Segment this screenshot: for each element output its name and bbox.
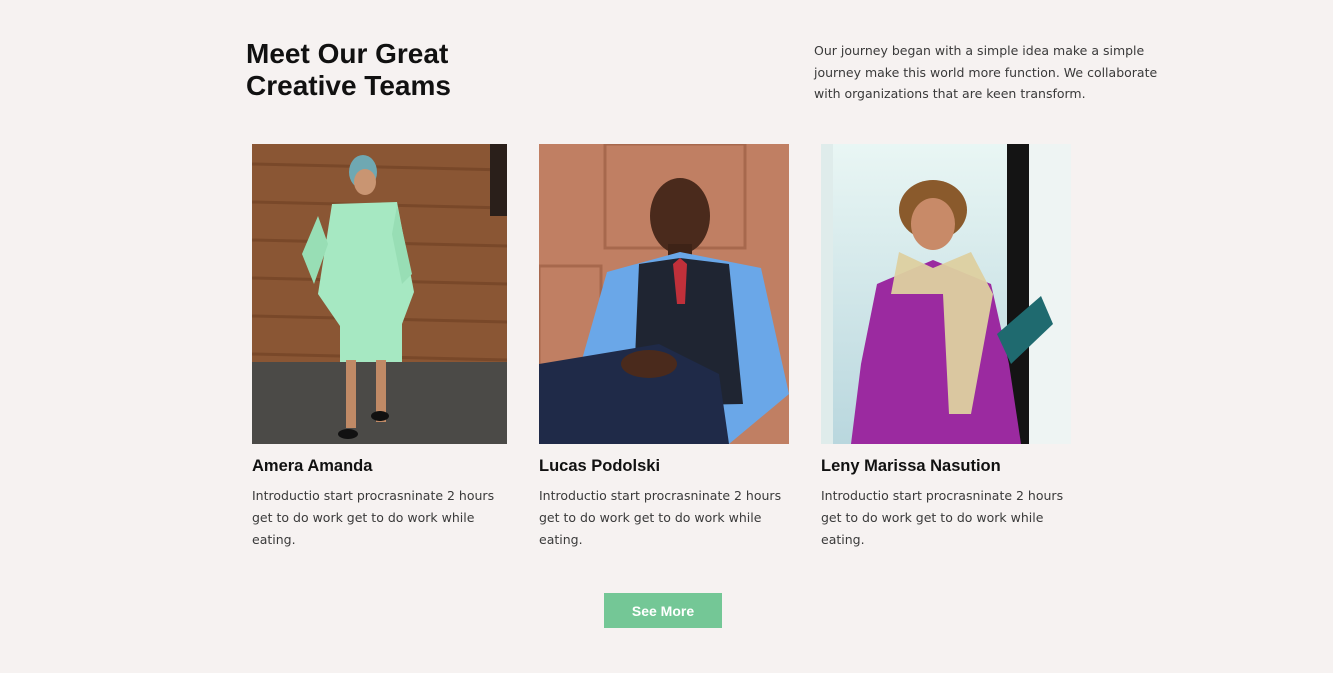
section-heading-line-1: Meet Our Great (246, 38, 449, 69)
section-heading: Meet Our Great Creative Teams (246, 38, 451, 102)
team-member-name: Lucas Podolski (539, 457, 661, 475)
team-card: Leny Marissa Nasution Introductio start … (821, 144, 1071, 551)
team-member-photo (821, 144, 1071, 444)
section-heading-line-2: Creative Teams (246, 70, 451, 101)
section-intro: Our journey began with a simple idea mak… (814, 43, 1158, 101)
team-section: Meet Our Great Creative Teams Our journe… (0, 0, 1333, 673)
team-card: Lucas Podolski Introductio start procras… (539, 144, 789, 551)
team-card: Amera Amanda Introductio start procrasni… (252, 144, 507, 551)
team-member-photo (252, 144, 507, 444)
team-member-description: Introductio start procrasninate 2 hours … (821, 488, 1064, 547)
team-member-description: Introductio start procrasninate 2 hours … (539, 488, 782, 547)
see-more-button[interactable]: See More (604, 593, 722, 628)
team-member-name: Amera Amanda (252, 457, 373, 475)
team-member-name: Leny Marissa Nasution (821, 457, 1001, 475)
team-member-description: Introductio start procrasninate 2 hours … (252, 488, 495, 547)
team-member-photo (539, 144, 789, 444)
